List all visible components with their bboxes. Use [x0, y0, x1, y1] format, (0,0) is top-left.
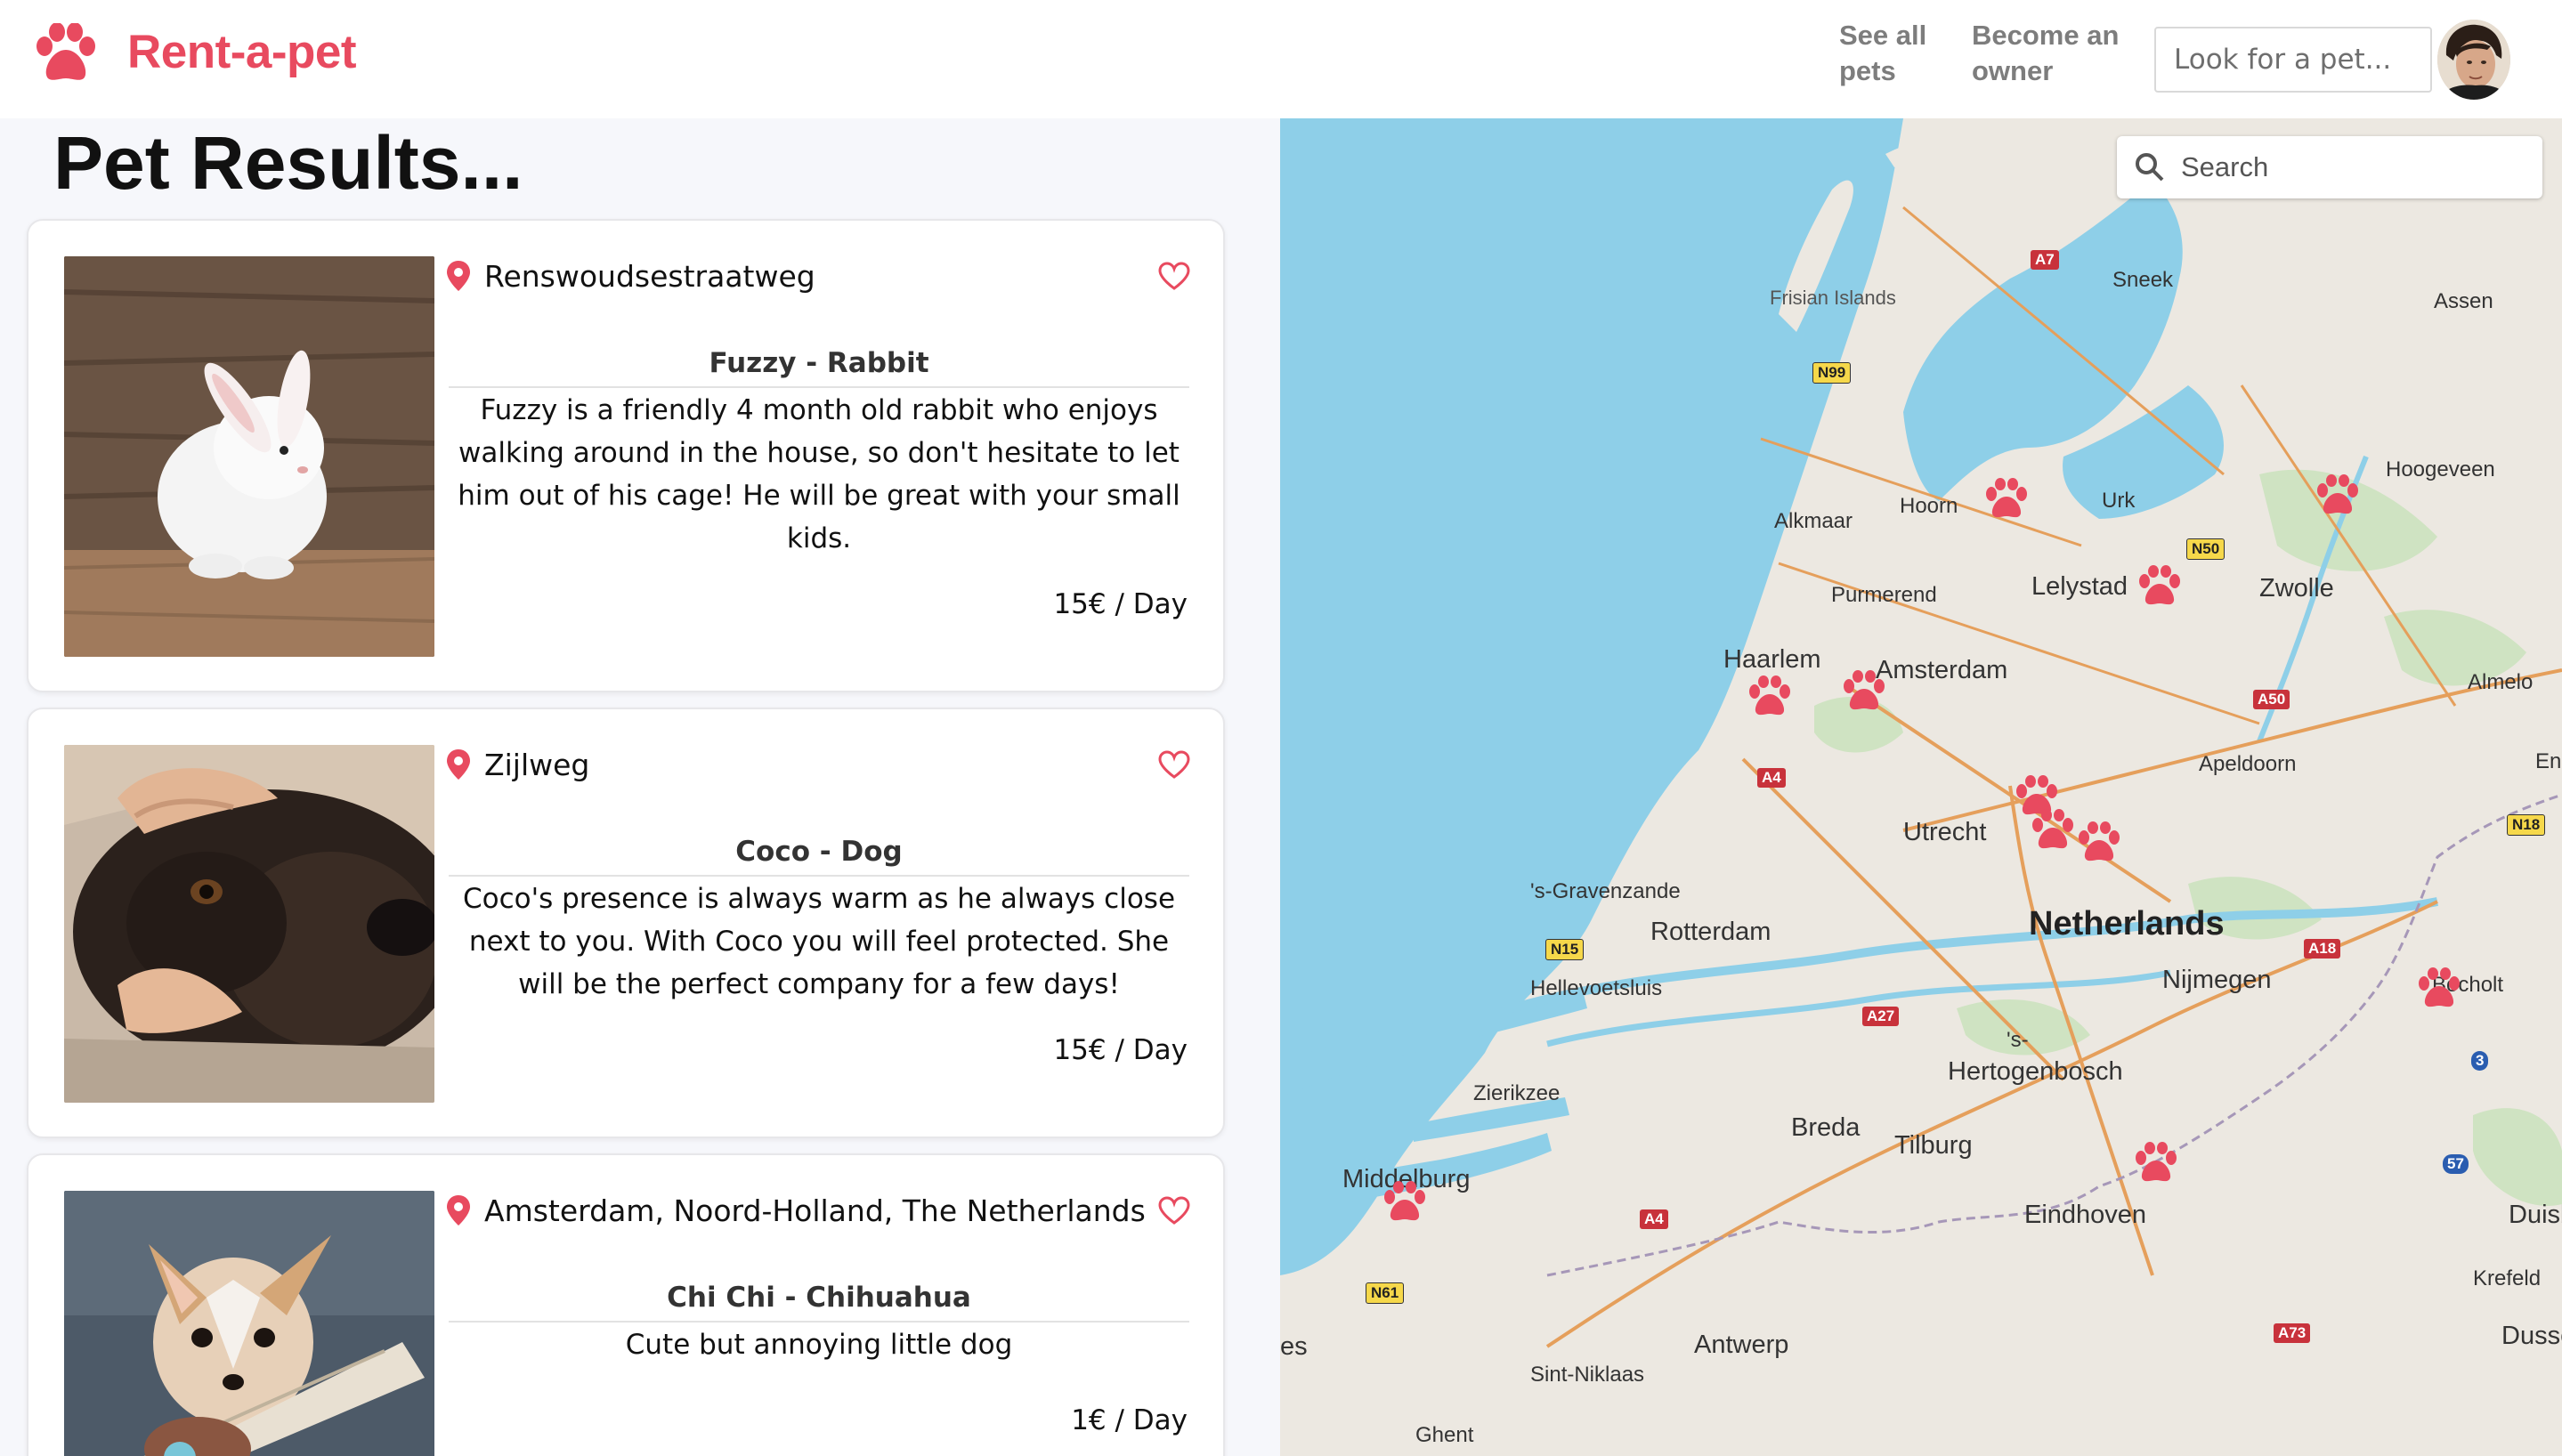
nav-link-become-owner[interactable]: Become an owner	[1972, 18, 2150, 89]
map-search-input[interactable]: Search	[2117, 136, 2542, 198]
pet-location: Zijlweg	[484, 748, 590, 782]
map-label-amsterdam: Amsterdam	[1876, 656, 2008, 684]
map-label-hertogenbosch: Hertogenbosch	[1948, 1057, 2123, 1086]
map-label-s: 's-	[2007, 1028, 2029, 1052]
map-search-placeholder: Search	[2181, 151, 2269, 182]
brand-name[interactable]: Rent-a-pet	[127, 25, 357, 79]
map-label-urk: Urk	[2102, 489, 2136, 513]
pet-name: Coco - Dog	[449, 836, 1189, 877]
navbar: Rent-a-pet See all pets Become an owner …	[0, 0, 2562, 118]
map-label-rotterdam: Rotterdam	[1650, 918, 1772, 946]
paw-marker-icon[interactable]	[1841, 670, 1887, 713]
map-label-duisbu: Duisbu	[2509, 1201, 2562, 1229]
map-label-lelystad: Lelystad	[2031, 572, 2128, 601]
location-pin-icon	[447, 749, 470, 780]
road-shield-a7: A7	[2031, 250, 2059, 270]
pet-photo-chihuahua[interactable]	[64, 1191, 434, 1456]
road-shield-n99: N99	[1812, 362, 1852, 384]
paw-marker-icon[interactable]	[2133, 1142, 2179, 1185]
road-shield-n15: N15	[1545, 939, 1585, 960]
map-label-apeldoorn: Apeldoorn	[2199, 752, 2297, 776]
favorite-heart-icon[interactable]	[1158, 1196, 1190, 1225]
map-view[interactable]: Search Frisian Islands Sneek Assen Hooge…	[1280, 118, 2562, 1456]
pet-location: Amsterdam, Noord-Holland, The Netherland…	[484, 1193, 1146, 1228]
map-label-almelo: Almelo	[2468, 670, 2534, 694]
road-shield-a4-south: A4	[1640, 1209, 1668, 1229]
map-label-nijmegen: Nijmegen	[2162, 966, 2272, 994]
map-label-hoogeveen: Hoogeveen	[2386, 457, 2495, 481]
map-label-netherlands: Netherlands	[2029, 905, 2225, 942]
pet-price: 15€ / Day	[1053, 1034, 1188, 1066]
user-avatar[interactable]	[2437, 20, 2510, 100]
paw-marker-icon[interactable]	[2416, 967, 2462, 1010]
pet-search-input[interactable]: Look for a pet...	[2154, 27, 2432, 93]
pet-photo-dog[interactable]	[64, 745, 434, 1103]
location-pin-icon	[447, 1195, 470, 1225]
map-label-sint-niklaas: Sint-Niklaas	[1530, 1363, 1645, 1387]
map-label-hoorn: Hoorn	[1900, 494, 1958, 518]
map-label-zierikzee: Zierikzee	[1473, 1081, 1561, 1105]
road-shield-3: 3	[2471, 1051, 2489, 1071]
favorite-heart-icon[interactable]	[1158, 262, 1190, 290]
pet-card-coco[interactable]: Zijlweg Coco - Dog Coco's presence is al…	[27, 708, 1225, 1138]
paw-marker-icon[interactable]	[1382, 1181, 1428, 1224]
map-label-krefeld: Krefeld	[2473, 1266, 2542, 1290]
results-panel: Pet Results... Renswoudsestraatweg Fuzzy…	[0, 118, 1280, 1456]
map-label-alkmaar: Alkmaar	[1774, 509, 1853, 533]
pet-card-fuzzy[interactable]: Renswoudsestraatweg Fuzzy - Rabbit Fuzzy…	[27, 219, 1225, 692]
road-shield-n18: N18	[2507, 814, 2546, 836]
map-label-assen: Assen	[2434, 289, 2493, 313]
search-icon	[2136, 153, 2164, 182]
map-base[interactable]	[1280, 118, 2562, 1456]
map-label-frisian-islands: Frisian Islands	[1770, 287, 1896, 309]
map-label-ghent: Ghent	[1415, 1423, 1474, 1447]
road-shield-a73: A73	[2274, 1323, 2311, 1343]
road-shield-n50: N50	[2186, 538, 2226, 560]
road-shield-a18: A18	[2304, 939, 2341, 959]
pet-photo-rabbit[interactable]	[64, 256, 434, 657]
map-label-en: En	[2535, 749, 2562, 773]
paw-marker-icon[interactable]	[1747, 675, 1793, 718]
pet-description: Cute but annoying little dog	[625, 1329, 1013, 1361]
nav-link-see-all-pets[interactable]: See all pets	[1839, 18, 1946, 89]
page-title: Pet Results...	[53, 121, 523, 205]
favorite-heart-icon[interactable]	[1158, 750, 1190, 779]
pet-price: 15€ / Day	[1053, 588, 1188, 620]
map-label-es: es	[1280, 1332, 1308, 1361]
road-shield-n61: N61	[1366, 1282, 1405, 1304]
paw-marker-icon[interactable]	[1983, 478, 2030, 521]
pet-location: Renswoudsestraatweg	[484, 259, 815, 294]
location-pin-icon	[447, 261, 470, 291]
road-shield-a50: A50	[2253, 690, 2290, 709]
pet-name: Chi Chi - Chihuahua	[449, 1282, 1189, 1323]
road-shield-a4-north: A4	[1757, 768, 1786, 788]
pet-description: Fuzzy is a friendly 4 month old rabbit w…	[458, 394, 1180, 554]
map-label-breda: Breda	[1791, 1113, 1861, 1142]
map-label-haarlem: Haarlem	[1723, 645, 1821, 674]
map-label-purmerend: Purmerend	[1831, 583, 1937, 607]
map-label-gravenzande: 's-Gravenzande	[1530, 879, 1681, 903]
map-label-antwerp: Antwerp	[1694, 1331, 1789, 1359]
paw-marker-icon[interactable]	[2076, 821, 2122, 864]
road-shield-a27: A27	[1862, 1007, 1900, 1026]
pet-name: Fuzzy - Rabbit	[449, 347, 1189, 388]
map-label-sneek: Sneek	[2112, 268, 2174, 292]
map-label-hellevoetsluis: Hellevoetsluis	[1530, 976, 1663, 1000]
map-label-tilburg: Tilburg	[1894, 1131, 1973, 1160]
map-label-utrecht: Utrecht	[1903, 818, 1987, 846]
map-label-eindhoven: Eindhoven	[2024, 1201, 2147, 1229]
map-label-zwolle: Zwolle	[2259, 574, 2334, 603]
paw-marker-icon[interactable]	[2136, 565, 2183, 608]
pet-card-chichi[interactable]: Amsterdam, Noord-Holland, The Netherland…	[27, 1153, 1225, 1456]
pet-description: Coco's presence is always warm as he alw…	[462, 883, 1176, 1000]
paw-logo-icon[interactable]	[34, 23, 98, 84]
paw-marker-icon[interactable]	[2315, 474, 2361, 517]
road-shield-57: 57	[2443, 1154, 2469, 1174]
paw-marker-icon[interactable]	[2030, 809, 2076, 852]
pet-price: 1€ / Day	[1071, 1404, 1188, 1436]
map-label-dussel: Dussel	[2501, 1322, 2562, 1350]
